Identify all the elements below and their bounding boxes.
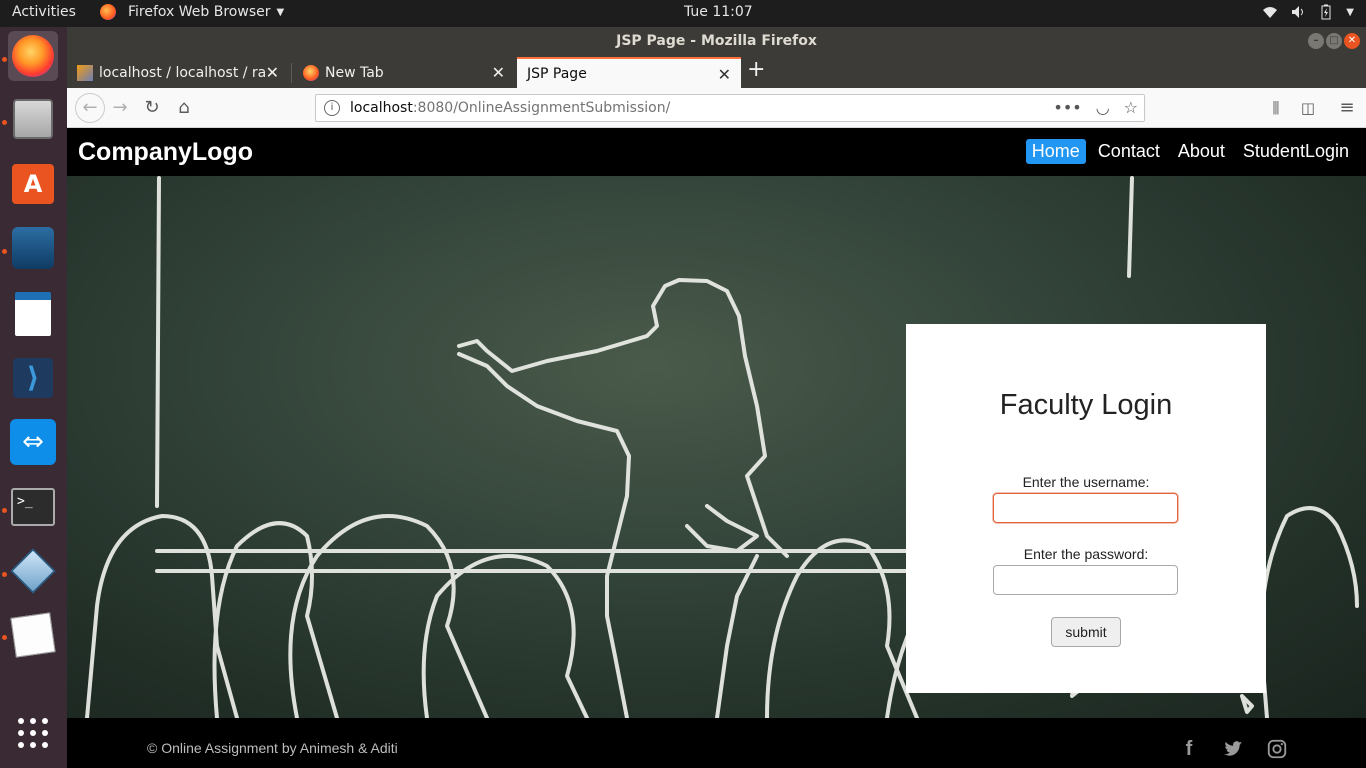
- url-text: localhost:8080/OnlineAssignmentSubmissio…: [350, 100, 671, 116]
- dock-firefox[interactable]: [8, 31, 58, 81]
- nav-about[interactable]: About: [1172, 139, 1231, 164]
- files-icon: [13, 99, 53, 139]
- hamburger-menu-icon[interactable]: ≡: [1335, 96, 1359, 120]
- clock[interactable]: Tue 11:07: [684, 4, 753, 20]
- address-bar[interactable]: i localhost:8080/OnlineAssignmentSubmiss…: [315, 94, 1145, 122]
- dock-mysql-workbench[interactable]: [8, 223, 58, 273]
- teamviewer-icon: ⇔: [10, 419, 56, 465]
- software-center-icon: A: [12, 164, 54, 204]
- minimize-button[interactable]: –: [1308, 33, 1324, 49]
- chevron-down-icon: ▼: [1346, 6, 1354, 18]
- login-panel: Faculty Login Enter the username: Enter …: [906, 324, 1266, 693]
- site-footer: © Online Assignment by Animesh & Aditi f: [67, 718, 1366, 768]
- tab-separator: [291, 63, 292, 83]
- volume-icon: [1292, 6, 1304, 18]
- navigation-toolbar: ← → ↻ ⌂ i localhost:8080/OnlineAssignmen…: [67, 88, 1366, 128]
- site-menu: Home Contact About StudentLogin: [1025, 139, 1355, 164]
- running-indicator: [2, 57, 7, 62]
- info-icon[interactable]: i: [324, 100, 340, 116]
- phpmyadmin-icon: [77, 64, 93, 81]
- dock-virtualbox[interactable]: [8, 546, 58, 596]
- firefox-icon: [303, 64, 319, 81]
- launcher-dock: A ⟩ ⇔ >_: [0, 27, 67, 768]
- text-editor-icon: [10, 612, 56, 658]
- tab-label: JSP Page: [527, 65, 587, 82]
- submit-button[interactable]: submit: [1051, 617, 1121, 647]
- tab-label: localhost / localhost / ra: [99, 64, 267, 81]
- bookmark-star-icon[interactable]: ☆: [1124, 98, 1138, 117]
- facebook-icon[interactable]: f: [1178, 738, 1200, 760]
- back-button[interactable]: ←: [75, 93, 105, 123]
- new-tab-button[interactable]: +: [747, 57, 765, 82]
- username-input[interactable]: [993, 493, 1178, 523]
- dock-terminal[interactable]: >_: [8, 482, 58, 532]
- mysql-workbench-icon: [12, 227, 54, 269]
- site-navbar: CompanyLogo Home Contact About StudentLo…: [67, 128, 1366, 176]
- app-menu[interactable]: Firefox Web Browser ▼: [100, 4, 284, 20]
- chalkboard-hero-image: Faculty Login Enter the username: Enter …: [67, 176, 1366, 718]
- tab-new-tab[interactable]: New Tab ✕: [293, 57, 515, 88]
- chevron-down-icon: ▼: [276, 6, 285, 18]
- site-logo[interactable]: CompanyLogo: [78, 138, 253, 167]
- home-button[interactable]: ⌂: [172, 96, 196, 120]
- close-tab-icon[interactable]: ✕: [718, 65, 731, 84]
- system-tray[interactable]: ▼: [1262, 4, 1354, 20]
- close-window-button[interactable]: ✕: [1344, 33, 1360, 49]
- forward-button[interactable]: →: [108, 96, 132, 120]
- system-top-bar: Activities Firefox Web Browser ▼ Tue 11:…: [0, 0, 1366, 27]
- running-indicator: [2, 508, 7, 513]
- running-indicator: [2, 635, 7, 640]
- firefox-icon: [100, 4, 116, 20]
- virtualbox-icon: [10, 548, 56, 594]
- nav-contact[interactable]: Contact: [1092, 139, 1166, 164]
- close-tab-icon[interactable]: ✕: [266, 63, 279, 82]
- social-links: f: [1178, 738, 1288, 760]
- maximize-button[interactable]: □: [1326, 33, 1342, 49]
- username-label: Enter the username:: [1022, 474, 1150, 490]
- tab-strip: localhost / localhost / ra ✕ New Tab ✕ J…: [67, 55, 1366, 88]
- firefox-icon: [12, 35, 54, 77]
- dock-teamviewer[interactable]: ⇔: [8, 417, 58, 467]
- apps-grid-icon: [18, 718, 48, 748]
- tab-jsp-page[interactable]: JSP Page ✕: [517, 57, 741, 88]
- twitter-icon[interactable]: [1222, 738, 1244, 760]
- dock-writer[interactable]: [8, 289, 58, 339]
- show-applications-button[interactable]: [8, 708, 58, 758]
- password-label: Enter the password:: [1023, 546, 1149, 562]
- sidebar-icon[interactable]: ◫: [1296, 96, 1320, 120]
- terminal-icon: >_: [11, 488, 55, 526]
- password-input[interactable]: [993, 565, 1178, 595]
- libreoffice-writer-icon: [15, 292, 51, 336]
- library-icon[interactable]: ⫼: [1264, 96, 1288, 120]
- running-indicator: [2, 572, 7, 577]
- login-title: Faculty Login: [999, 389, 1173, 421]
- window-title: JSP Page - Mozilla Firefox: [616, 33, 817, 49]
- instagram-icon[interactable]: [1266, 738, 1288, 760]
- reload-button[interactable]: ↻: [140, 96, 164, 120]
- copyright-text: © Online Assignment by Animesh & Aditi: [147, 740, 398, 756]
- dock-files[interactable]: [8, 94, 58, 144]
- nav-student-login[interactable]: StudentLogin: [1237, 139, 1355, 164]
- tab-phpmyadmin[interactable]: localhost / localhost / ra ✕: [67, 57, 289, 88]
- running-indicator: [2, 120, 7, 125]
- dock-software[interactable]: A: [8, 159, 58, 209]
- pocket-icon[interactable]: ◡: [1096, 98, 1110, 117]
- close-tab-icon[interactable]: ✕: [492, 63, 505, 82]
- app-menu-label: Firefox Web Browser: [128, 4, 271, 20]
- vscode-icon: ⟩: [13, 358, 53, 398]
- dock-vscode[interactable]: ⟩: [8, 353, 58, 403]
- web-page: CompanyLogo Home Contact About StudentLo…: [67, 128, 1366, 768]
- tab-label: New Tab: [325, 64, 384, 81]
- nav-home[interactable]: Home: [1025, 139, 1086, 164]
- battery-icon: [1321, 4, 1331, 20]
- wifi-icon: [1263, 7, 1278, 18]
- running-indicator: [2, 249, 7, 254]
- dock-text-editor[interactable]: [8, 610, 58, 660]
- page-actions-icon[interactable]: •••: [1053, 98, 1081, 117]
- window-titlebar[interactable]: JSP Page - Mozilla Firefox – □ ✕: [67, 27, 1366, 55]
- activities-button[interactable]: Activities: [12, 4, 76, 20]
